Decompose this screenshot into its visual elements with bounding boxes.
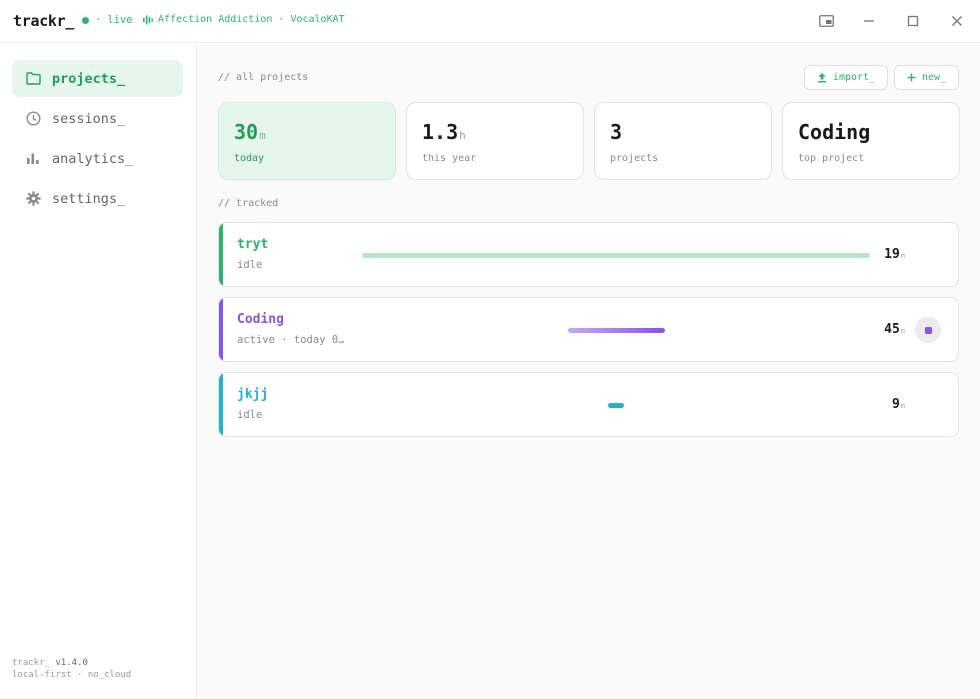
stat-label: this year bbox=[422, 153, 477, 164]
time-unit: m bbox=[900, 252, 905, 260]
stat-value: 1.3h bbox=[422, 120, 466, 144]
stat-number: 3 bbox=[610, 120, 623, 144]
version-line: trackr_ v1.4.0 bbox=[12, 657, 131, 669]
live-separator: · bbox=[95, 14, 102, 26]
plus-icon bbox=[907, 73, 916, 82]
bar-chart-icon bbox=[25, 151, 41, 167]
live-label: live bbox=[107, 14, 133, 26]
project-time: 45m bbox=[884, 322, 905, 337]
close-icon bbox=[952, 16, 962, 26]
section-tracked: // tracked bbox=[218, 198, 279, 209]
sidebar: projects_ sessions_ analytics_ settings_… bbox=[0, 44, 197, 699]
project-accent bbox=[219, 298, 223, 361]
live-indicator: · live bbox=[82, 14, 133, 26]
project-accent bbox=[219, 223, 223, 286]
project-usage-bar bbox=[608, 403, 624, 408]
stat-number: Coding bbox=[798, 120, 871, 144]
time-value: 19 bbox=[884, 247, 900, 262]
project-accent bbox=[219, 373, 223, 436]
stat-number: 30 bbox=[234, 120, 259, 144]
folder-icon bbox=[25, 71, 41, 87]
time-unit: m bbox=[900, 402, 905, 410]
pip-button[interactable] bbox=[814, 10, 838, 32]
section-all-projects: // all projects bbox=[218, 72, 309, 83]
sidebar-item-projects[interactable]: projects_ bbox=[12, 60, 183, 97]
stat-label: today bbox=[234, 153, 265, 164]
sidebar-item-analytics[interactable]: analytics_ bbox=[12, 140, 183, 177]
clock-icon bbox=[25, 111, 41, 127]
sidebar-item-sessions[interactable]: sessions_ bbox=[12, 100, 183, 137]
stat-this-year: 1.3h this year bbox=[406, 102, 584, 180]
title-bar: trackr_ · live Affection Addiction · Voc… bbox=[0, 0, 980, 43]
app-name: trackr_ bbox=[12, 658, 50, 668]
project-row-jkjj[interactable]: jkjj idle 9m bbox=[218, 372, 959, 437]
sidebar-item-label: settings_ bbox=[52, 190, 126, 207]
sidebar-item-settings[interactable]: settings_ bbox=[12, 180, 183, 217]
project-time: 9m bbox=[892, 397, 905, 412]
stat-number: 1.3 bbox=[422, 120, 459, 144]
stat-unit: h bbox=[459, 129, 466, 142]
sidebar-item-label: analytics_ bbox=[52, 150, 134, 167]
time-unit: m bbox=[900, 327, 905, 335]
project-name: Coding bbox=[237, 312, 284, 327]
new-project-button[interactable]: new_ bbox=[894, 65, 959, 90]
sidebar-item-label: projects_ bbox=[52, 70, 126, 87]
stat-value: Coding bbox=[798, 120, 871, 144]
stat-value: 3 bbox=[610, 120, 623, 144]
project-name: jkjj bbox=[237, 387, 269, 402]
app-brand: trackr_ bbox=[13, 12, 75, 30]
live-dot-icon bbox=[82, 16, 89, 24]
stat-unit: m bbox=[259, 129, 266, 142]
sidebar-item-label: sessions_ bbox=[52, 110, 126, 127]
now-playing-title: Affection Addiction · VocaloKAT bbox=[158, 14, 345, 25]
project-status: active · today 0… bbox=[237, 334, 345, 346]
maximize-icon bbox=[907, 15, 919, 27]
time-value: 45 bbox=[884, 322, 900, 337]
minimize-icon bbox=[864, 20, 874, 22]
close-button[interactable] bbox=[945, 10, 969, 32]
import-label: import_ bbox=[832, 72, 876, 83]
project-row-coding[interactable]: Coding active · today 0… 45m bbox=[218, 297, 959, 362]
sidebar-footer: trackr_ v1.4.0 local-first · no_cloud bbox=[12, 657, 131, 681]
time-value: 9 bbox=[891, 397, 900, 412]
stat-label: top project bbox=[798, 153, 865, 164]
new-label: new_ bbox=[921, 72, 947, 83]
gear-icon bbox=[25, 191, 41, 207]
project-row-tryt[interactable]: tryt idle 19m bbox=[218, 222, 959, 287]
project-name: tryt bbox=[237, 237, 269, 252]
stat-value: 30m bbox=[234, 120, 266, 144]
stop-icon bbox=[924, 326, 932, 334]
stop-tracking-button[interactable] bbox=[915, 317, 941, 343]
picture-in-picture-icon bbox=[818, 15, 834, 27]
project-usage-bar bbox=[568, 328, 665, 333]
project-status: idle bbox=[237, 409, 263, 421]
stat-today: 30m today bbox=[218, 102, 396, 180]
now-playing[interactable]: Affection Addiction · VocaloKAT bbox=[143, 14, 345, 25]
main-content: // all projects import_ new_ 30m today 1… bbox=[198, 44, 980, 699]
stat-projects: 3 projects bbox=[594, 102, 772, 180]
stat-top-project: Coding top project bbox=[782, 102, 960, 180]
project-usage-bar bbox=[362, 253, 870, 258]
maximize-button[interactable] bbox=[901, 10, 925, 32]
project-status: idle bbox=[237, 259, 263, 271]
version: v1.4.0 bbox=[55, 658, 88, 668]
audio-wave-icon bbox=[143, 15, 153, 24]
project-time: 19m bbox=[884, 247, 905, 262]
tagline: local-first · no_cloud bbox=[12, 670, 132, 680]
import-button[interactable]: import_ bbox=[804, 65, 888, 90]
upload-icon bbox=[817, 72, 827, 83]
minimize-button[interactable] bbox=[857, 10, 881, 32]
stat-label: projects bbox=[610, 153, 659, 164]
